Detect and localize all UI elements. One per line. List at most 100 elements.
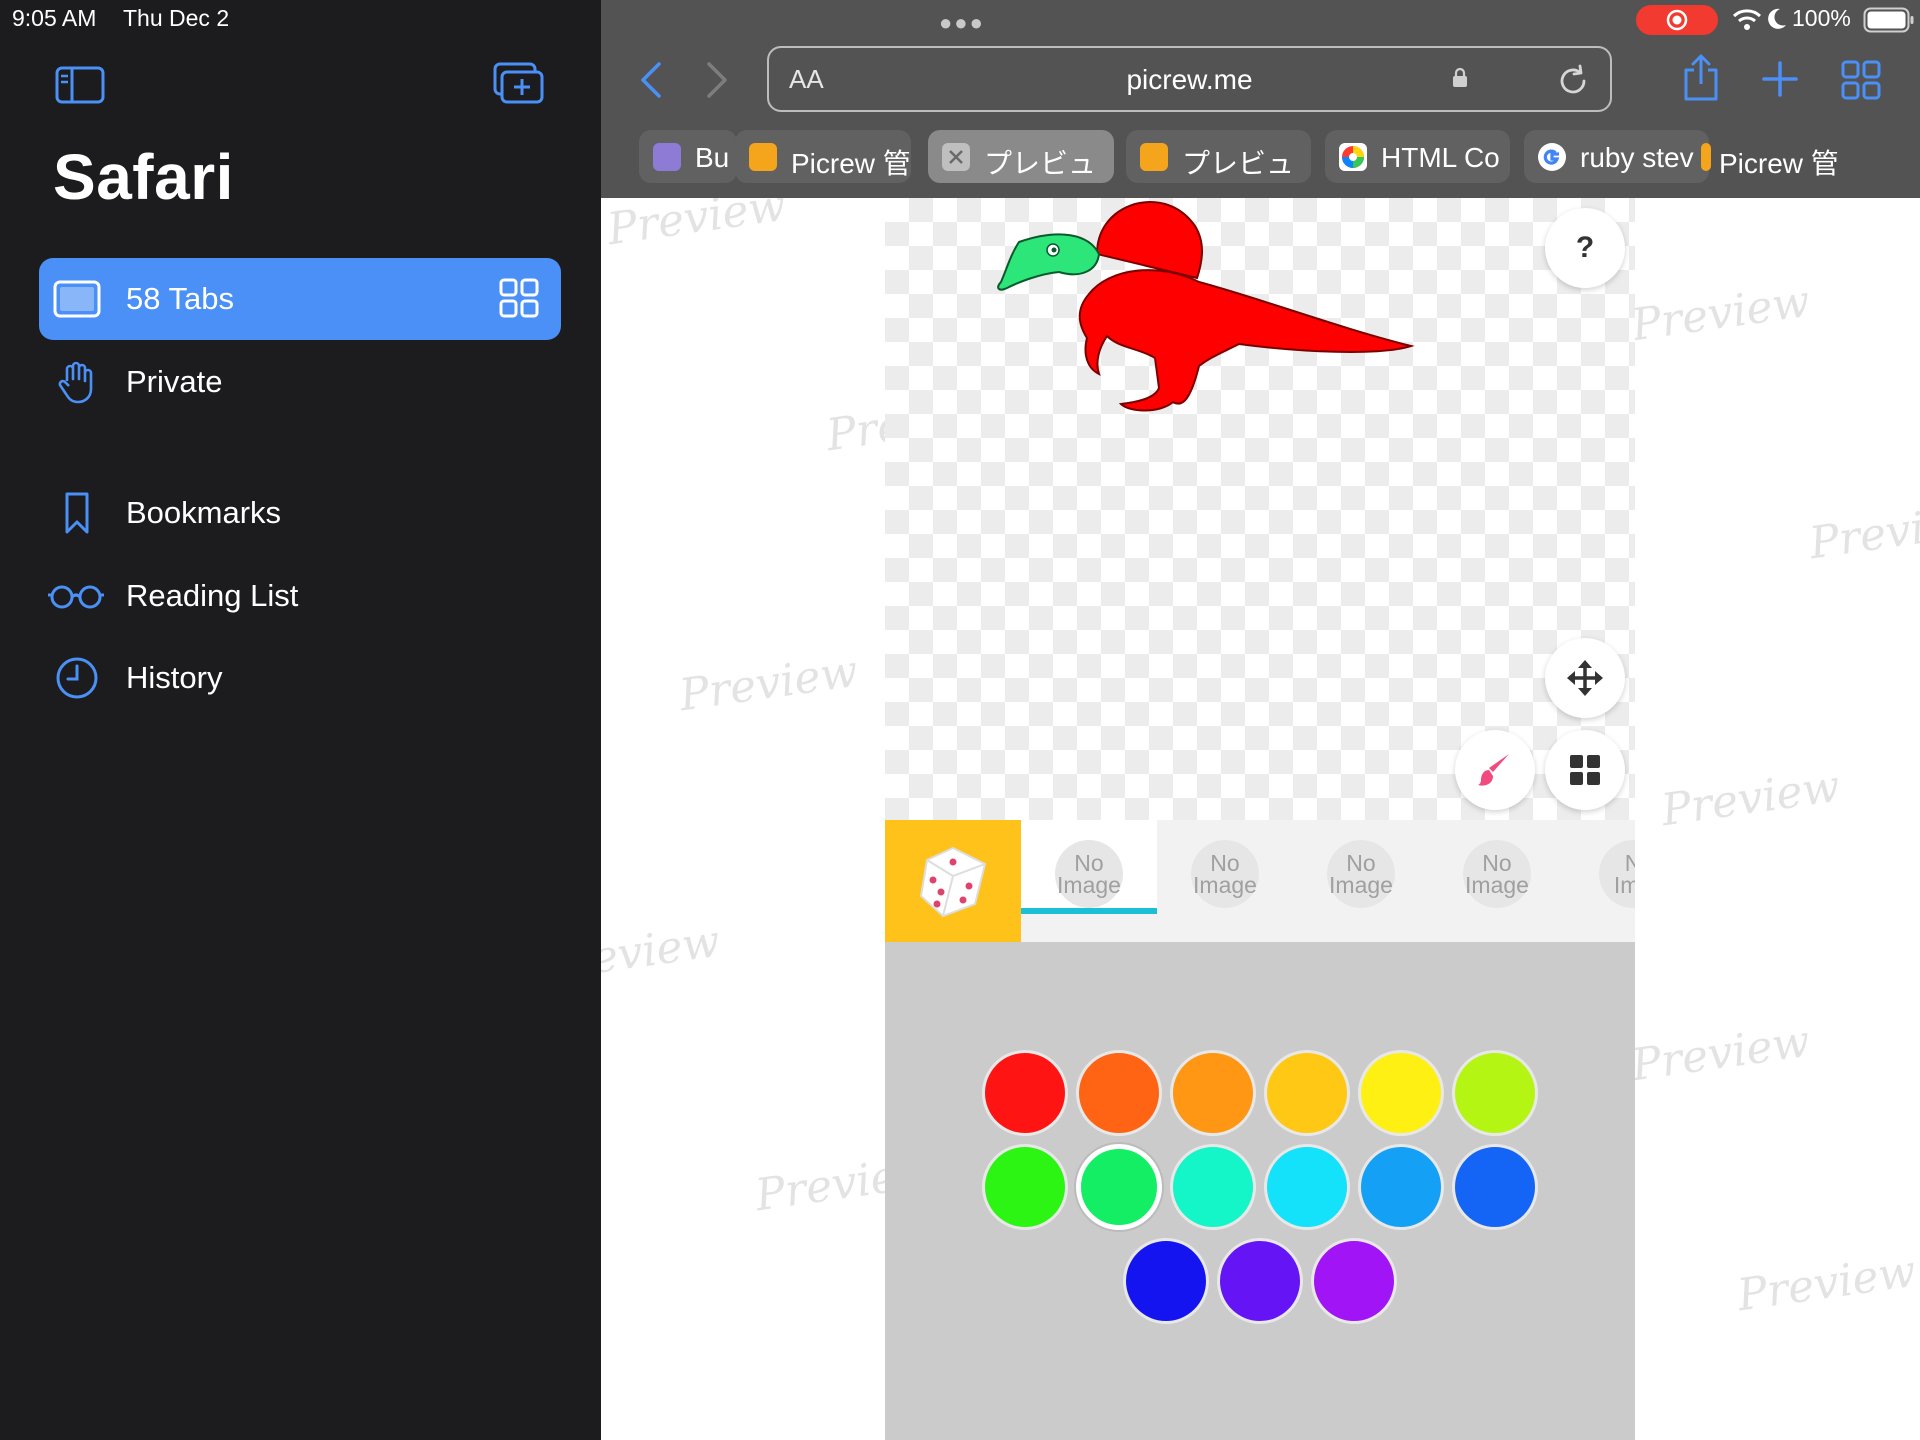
randomize-button[interactable] [885,820,1021,942]
sidebar-item-private[interactable]: Private [39,341,561,423]
tab-item[interactable]: ruby stev [1524,130,1709,183]
watermark-text: Preview [1806,493,1920,570]
status-date: Thu Dec 2 [123,5,230,31]
layout-grid-button[interactable] [1545,730,1625,810]
dice-icon [919,846,987,918]
part-label-line: Image [1329,872,1393,898]
wifi-icon [1732,9,1762,30]
watermark-text: Preview [604,198,789,256]
color-palette [885,942,1635,1440]
stack-favicon-icon [653,143,681,171]
move-button[interactable] [1545,638,1625,718]
color-swatch[interactable] [1123,1238,1209,1324]
battery-percent: 100% [1792,5,1851,31]
sidebar-item-label: Private [126,364,223,399]
url-text: picrew.me [1126,64,1253,95]
sidebar-item-reading-list[interactable]: Reading List [39,555,561,637]
new-tab-group-icon[interactable] [493,62,545,106]
tab-overview-icon[interactable] [499,278,539,318]
color-swatch[interactable] [1217,1238,1303,1324]
multitasking-dots-icon[interactable]: ●●● [939,10,985,36]
color-swatch[interactable] [982,1144,1068,1230]
color-swatch[interactable] [1170,1144,1256,1230]
color-swatch[interactable] [1076,1050,1162,1136]
color-brush-button[interactable] [1455,730,1535,810]
share-icon[interactable] [1680,54,1722,102]
picrew-favicon-icon [1701,143,1711,171]
tab-item-active[interactable]: プレビュ [928,130,1114,183]
part-label-line: Image [1193,872,1257,898]
sidebar-item-history[interactable]: History [39,637,561,719]
part-option[interactable]: No Image [1327,840,1395,908]
sidebar-item-label: Bookmarks [126,495,282,530]
web-content: Preview Preview Preview Preview Preview … [601,198,1920,1440]
color-swatch[interactable] [1452,1144,1538,1230]
tab-item[interactable]: プレビュ [1126,130,1311,183]
move-arrows-icon [1567,660,1603,696]
glasses-icon [48,585,104,609]
color-swatch[interactable] [982,1050,1068,1136]
tab-item[interactable]: Bu [639,130,737,183]
tab-overview-icon[interactable] [1841,60,1881,100]
forward-button[interactable] [703,60,731,100]
part-option[interactable]: N Ima [1599,840,1635,908]
sidebar-title: Safari [53,141,234,213]
close-tab-icon[interactable] [942,143,970,171]
picrew-favicon-icon [1140,143,1168,171]
part-option[interactable]: No Image [1463,840,1531,908]
sidebar-item-bookmarks[interactable]: Bookmarks [39,472,561,554]
color-swatch[interactable] [1264,1050,1350,1136]
watermark-text: Preview [676,645,861,722]
part-label-line: Image [1465,872,1529,898]
color-swatch[interactable] [1452,1050,1538,1136]
grid-icon [1570,755,1600,785]
clock-icon [56,657,98,699]
tab-item[interactable]: Picrew 管 [1699,130,1875,183]
back-button[interactable] [637,60,665,100]
tab-label: プレビュ [1182,148,1295,179]
status-time: 9:05 AM [12,5,97,31]
sidebar-item-label: 58 Tabs [126,281,235,316]
help-label: ? [1575,231,1595,264]
google-favicon-icon [1538,143,1566,171]
watermark-text: Preview [1628,275,1813,352]
tab-label: Picrew 管 [791,148,911,179]
avatar-canvas[interactable]: ? [885,198,1635,820]
tab-label: HTML Co [1381,142,1500,173]
sidebar-item-label: Reading List [126,578,299,613]
moon-icon [1768,8,1786,29]
color-swatch[interactable] [1358,1144,1444,1230]
brush-icon [1478,754,1509,786]
color-wheel-favicon-icon [1339,143,1367,171]
watermark-text: Preview [1628,1015,1813,1092]
tab-item[interactable]: Picrew 管 [735,130,911,183]
sidebar-item-label: History [126,660,223,695]
add-tab-icon[interactable] [1761,60,1799,98]
reload-icon[interactable] [1556,64,1590,98]
color-swatch[interactable] [1311,1238,1397,1324]
sidebar-item-tabs[interactable]: 58 Tabs [39,258,561,340]
color-swatch[interactable] [1358,1050,1444,1136]
lock-icon [1453,67,1467,87]
dinosaur-illustration [997,201,1415,412]
address-bar[interactable]: AA picrew.me [767,46,1612,112]
safari-sidebar: 9:05 AM Thu Dec 2 Safari 58 Tabs Private [0,0,601,1440]
picrew-favicon-icon [749,143,777,171]
color-swatch[interactable] [1076,1144,1162,1230]
part-option[interactable]: No Image [1191,840,1259,908]
parts-selector: No Image No Image No Image No Image N Im… [885,820,1635,942]
help-button[interactable]: ? [1545,208,1625,288]
sidebar-toggle-icon[interactable] [55,66,105,104]
watermark-text: Preview [601,915,723,992]
tab-label: ruby stev [1580,142,1694,173]
color-swatch[interactable] [1264,1144,1350,1230]
tab-label: Picrew 管 [1719,148,1839,179]
record-icon [1666,9,1688,31]
part-option[interactable]: No Image [1055,840,1123,908]
color-swatch[interactable] [1170,1050,1256,1136]
part-label-line: Ima [1613,872,1635,898]
hand-icon [58,361,93,404]
tab-item[interactable]: HTML Co [1325,130,1510,183]
tab-bar: Bu Picrew 管 プレビュ プレビュ HTML Co ruby stev … [639,130,1899,186]
tabs-tablet-icon [53,280,101,318]
